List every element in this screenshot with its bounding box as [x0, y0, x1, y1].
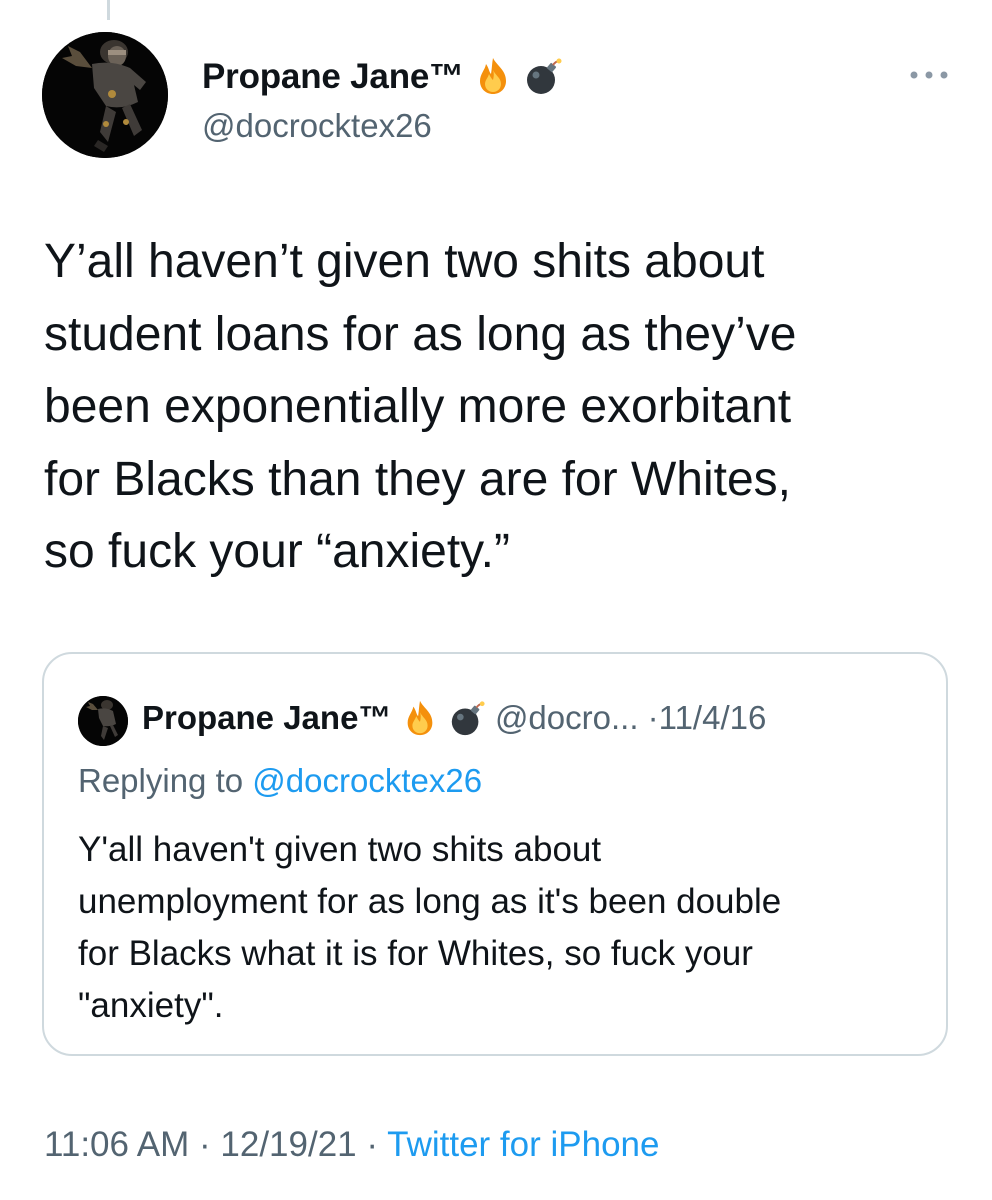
quoted-tweet-card[interactable]: Propane Jane™ @docro... ·11/4/16 Replyin… [42, 652, 948, 1056]
tweet-detail-page: Propane Jane™ @docrocktex26 Y’all haven’… [0, 0, 992, 1200]
quoted-tweet-header: Propane Jane™ @docro... ·11/4/16 [142, 698, 766, 738]
more-options-button[interactable] [904, 60, 954, 90]
tweet-time[interactable]: 11:06 AM [44, 1125, 189, 1164]
author-avatar[interactable] [42, 32, 168, 158]
tweet-text: Y’all haven’t given two shits about stud… [44, 235, 797, 578]
author-handle[interactable]: @docrocktex26 [202, 106, 432, 146]
bomb-emoji-icon [448, 699, 486, 737]
replying-to-prefix: Replying to [78, 762, 244, 799]
quoted-author-avatar [78, 696, 128, 746]
author-display-name[interactable]: Propane Jane™ [202, 57, 464, 96]
meta-separator: · [647, 699, 659, 736]
tweet-date[interactable]: 12/19/21 [220, 1125, 356, 1164]
replying-to-handle-link[interactable]: @docrocktex26 [252, 762, 482, 799]
quoted-tweet-date: 11/4/16 [658, 699, 767, 736]
thread-connector-line [107, 0, 110, 20]
quoted-author-name: Propane Jane™ [142, 699, 392, 736]
quoted-author-handle: @docro... [494, 699, 639, 736]
more-horizontal-icon [910, 71, 948, 79]
tweet-source-link[interactable]: Twitter for iPhone [387, 1125, 659, 1164]
fire-emoji-icon [401, 699, 439, 737]
fire-emoji-icon [473, 56, 513, 96]
quoted-tweet-text: Y'all haven't given two shits about unem… [78, 830, 782, 1025]
replying-to-line: Replying to @docrocktex26 [78, 760, 482, 802]
meta-separator: · [366, 1125, 379, 1164]
bomb-emoji-icon [523, 56, 563, 96]
author-name-row[interactable]: Propane Jane™ [202, 56, 563, 98]
tweet-timestamp-row: 11:06 AM · 12/19/21 · Twitter for iPhone [44, 1123, 659, 1167]
meta-separator: · [199, 1125, 211, 1164]
